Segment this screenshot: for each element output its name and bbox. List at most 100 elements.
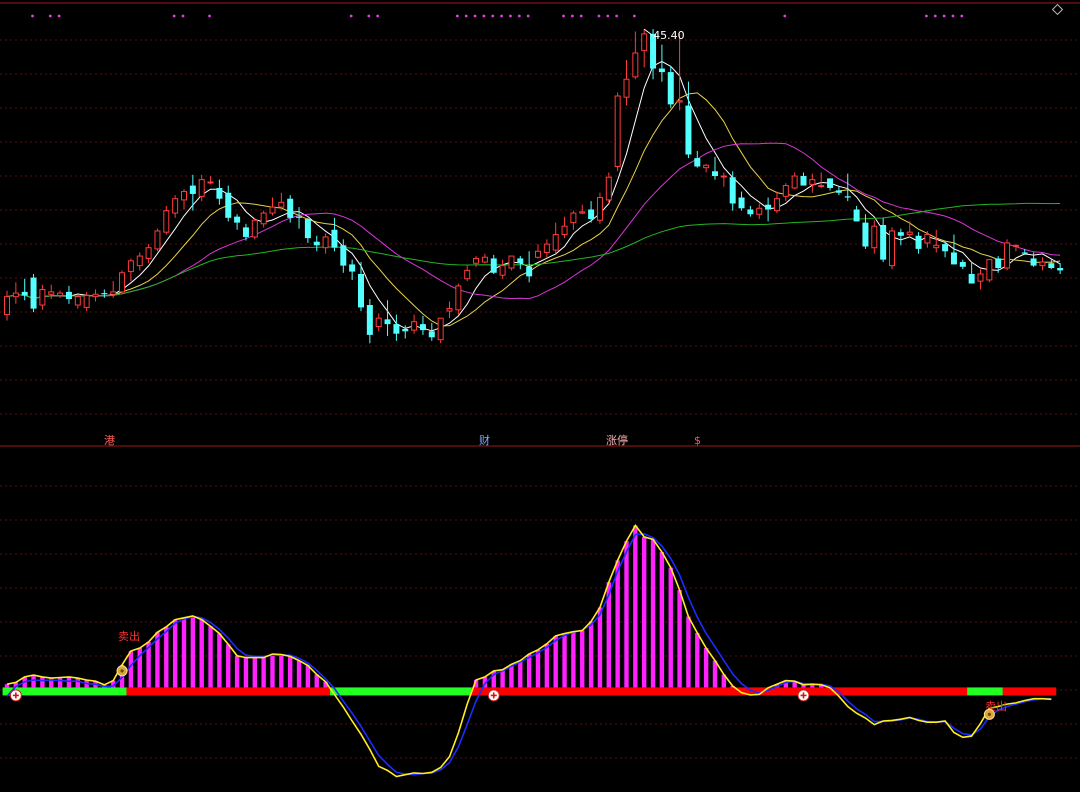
candle-body — [154, 230, 161, 250]
band-segment — [940, 687, 951, 696]
candle-body — [207, 181, 214, 184]
band-segment — [1011, 687, 1021, 696]
candle-body — [889, 230, 895, 267]
band-segment — [409, 687, 420, 696]
band-segment — [453, 687, 464, 696]
candle-body — [844, 196, 851, 198]
candle-body — [225, 192, 232, 218]
band-segment — [1038, 687, 1048, 696]
band-segment — [356, 687, 366, 696]
candle-body — [428, 331, 435, 338]
candle-body — [349, 264, 356, 272]
candle-body — [667, 72, 674, 105]
candle-body — [473, 257, 480, 264]
band-segment — [117, 687, 127, 696]
candle-body — [906, 231, 913, 236]
histogram-bar — [243, 657, 249, 688]
band-segment — [595, 687, 605, 696]
band-segment — [427, 687, 437, 696]
histogram-bar — [562, 633, 567, 688]
band-segment — [303, 687, 313, 696]
band-segment — [958, 687, 968, 696]
candle-body — [543, 243, 550, 253]
band-segment — [37, 687, 48, 696]
signal-dot — [57, 14, 61, 18]
band-segment — [967, 687, 977, 696]
candle-body — [694, 158, 701, 167]
band-segment — [657, 687, 667, 696]
band-segment — [82, 687, 92, 696]
moving-average-lines — [6, 60, 1061, 332]
band-segment — [188, 687, 198, 696]
candle-body — [588, 209, 595, 220]
histogram-bar — [252, 657, 257, 688]
candle-body — [455, 285, 462, 311]
band-segment — [99, 687, 110, 696]
histogram-bar — [544, 643, 550, 688]
signal-markers: 卖出 卖出 — [9, 629, 1007, 720]
band-segment — [391, 687, 402, 696]
signal-dot — [597, 14, 601, 18]
candle-body — [596, 197, 603, 221]
signal-dot — [925, 14, 928, 18]
diamond-icon[interactable] — [1051, 3, 1064, 16]
signal-dot — [376, 14, 380, 18]
band-segment — [896, 687, 906, 696]
candle-body — [393, 324, 400, 334]
candle-body — [260, 212, 267, 225]
band-segment — [153, 687, 163, 696]
candle-body — [561, 225, 568, 236]
histogram-bar — [181, 617, 187, 688]
candle-body — [1012, 244, 1019, 247]
histogram-bar — [208, 626, 213, 688]
candle-body — [950, 252, 957, 265]
candle-body — [402, 328, 409, 332]
marker-dollar: $ — [694, 434, 701, 447]
band-segment — [577, 687, 588, 696]
band-segment — [639, 687, 650, 696]
candle-body — [535, 250, 541, 258]
candle-body — [809, 179, 816, 185]
candle-body — [83, 294, 90, 308]
candle-body — [1039, 261, 1046, 267]
signal-dot — [367, 14, 371, 18]
histogram-bar — [261, 657, 266, 688]
band-segment — [276, 687, 287, 696]
candle-body — [242, 227, 249, 237]
band-segment — [604, 687, 614, 696]
histogram-bar — [190, 615, 196, 688]
candle-body — [632, 52, 639, 78]
band-segment — [675, 687, 685, 696]
band-segment — [1029, 687, 1039, 696]
band-segment — [719, 687, 729, 696]
candle-body — [198, 179, 205, 197]
candle-body — [278, 201, 285, 208]
signal-dot — [349, 14, 353, 18]
candle-body — [136, 255, 143, 267]
trend-band — [2, 687, 1057, 696]
candle-body — [765, 204, 772, 210]
peak-price-label: 45.40 — [653, 29, 685, 42]
candle-body — [720, 175, 727, 178]
histogram-bar — [128, 650, 134, 688]
candle-body — [915, 235, 922, 249]
candle-body — [30, 277, 37, 309]
histogram-bar — [296, 660, 302, 688]
band-segment — [445, 687, 455, 696]
signal-dot — [951, 14, 955, 18]
band-segment — [206, 687, 216, 696]
histogram-bar — [75, 678, 80, 688]
candle-body — [924, 234, 931, 244]
band-segment — [542, 687, 552, 696]
candle-body — [623, 78, 630, 98]
band-segment — [126, 687, 136, 696]
band-segment — [214, 687, 225, 696]
candle-body — [703, 164, 710, 169]
stock-chart[interactable]: 45.40 港 财 涨停 $ 卖出 卖出 — [0, 0, 1080, 792]
candle-body — [127, 260, 134, 273]
histogram-bar — [40, 676, 45, 688]
candle-body — [605, 176, 612, 201]
candle-body — [12, 292, 19, 298]
histogram-bar — [164, 626, 169, 688]
candle-body — [942, 244, 949, 252]
